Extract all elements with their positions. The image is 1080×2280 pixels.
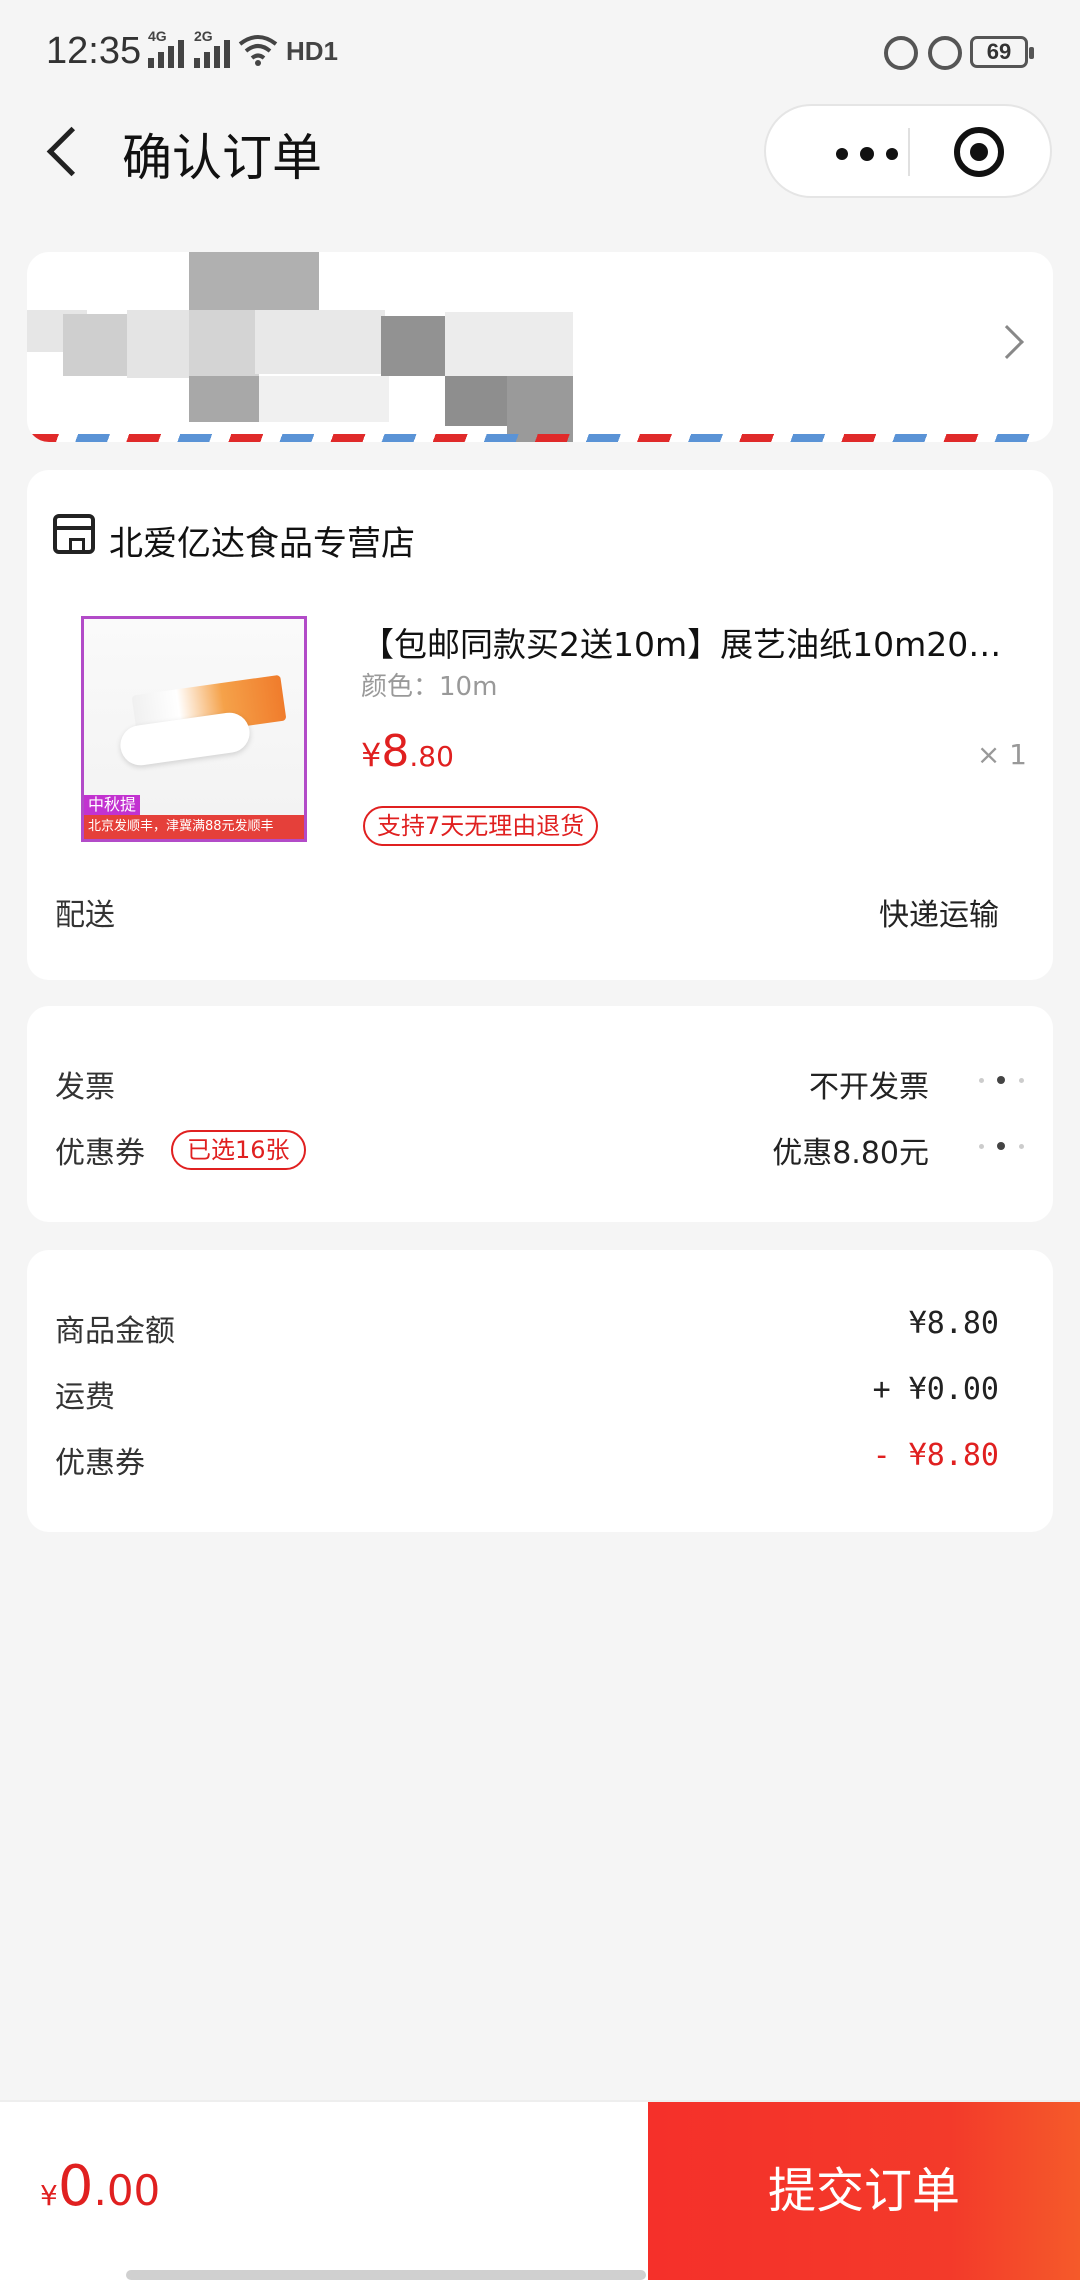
- coupon-value[interactable]: 优惠8.80元: [772, 1128, 929, 1172]
- status-bar: 12:35 4G 2G HD1 69: [0, 0, 1080, 100]
- signal-icon: 2G: [194, 28, 230, 68]
- address-blur: [255, 310, 385, 374]
- store-name[interactable]: 北爱亿达食品专营店: [109, 516, 415, 565]
- back-icon[interactable]: [44, 122, 88, 182]
- address-blur: [445, 312, 573, 376]
- hd-icon: HD1: [286, 36, 339, 66]
- address-blur: [189, 310, 259, 376]
- product-price: ¥8.80: [361, 726, 454, 777]
- product-image-strip: 北京发顺丰，津冀满88元发顺丰: [84, 815, 304, 839]
- more-dots-icon[interactable]: [979, 1076, 1025, 1086]
- screen: 12:35 4G 2G HD1 69 确认订单 北爱亿达食品专营店 中秋提 北京…: [0, 0, 1080, 2280]
- page-title: 确认订单: [122, 129, 322, 187]
- signal-icon: 4G: [148, 28, 184, 68]
- address-blur: [259, 376, 389, 422]
- shipping-value: + ¥0.00: [872, 1372, 999, 1407]
- product-spec: 颜色：10m: [361, 672, 498, 702]
- chevron-right-icon: [990, 325, 1024, 359]
- capsule-divider: [908, 128, 910, 176]
- product-image[interactable]: 中秋提前购 北京发顺丰，津冀满88元发顺丰: [81, 616, 307, 842]
- product-quantity: × 1: [976, 738, 1027, 771]
- sim2-label: 2G: [194, 28, 213, 44]
- store-card: 北爱亿达食品专营店 中秋提前购 北京发顺丰，津冀满88元发顺丰 【包邮同款买2送…: [27, 470, 1053, 980]
- address-card[interactable]: [27, 252, 1053, 442]
- coupon-label: 优惠券: [55, 1136, 145, 1171]
- airmail-border: [27, 434, 1053, 442]
- invoice-label: 发票: [55, 1070, 115, 1105]
- sim1-label: 4G: [148, 28, 167, 44]
- shipping-label: 运费: [55, 1380, 115, 1415]
- summary-card: 商品金额 ¥8.80 运费 + ¥0.00 优惠券 - ¥8.80: [27, 1250, 1053, 1532]
- checkout-bar: ¥0.00 提交订单: [0, 2100, 1080, 2280]
- invoice-card: 发票 不开发票 优惠券 已选16张 优惠8.80元: [27, 1006, 1053, 1222]
- address-blur: [507, 376, 573, 442]
- return-policy-tag: 支持7天无理由退货: [363, 806, 599, 846]
- alarm-icon: [928, 36, 962, 70]
- mini-program-capsule: [764, 104, 1052, 198]
- wifi-icon: [238, 35, 278, 66]
- invoice-value[interactable]: 不开发票: [809, 1062, 929, 1106]
- delivery-value[interactable]: 快递运输: [879, 890, 999, 934]
- submit-order-button[interactable]: 提交订单: [648, 2102, 1080, 2280]
- status-time: 12:35: [46, 30, 142, 72]
- coupon-discount-value: - ¥8.80: [872, 1438, 999, 1473]
- address-blur: [189, 376, 259, 422]
- store-icon: [53, 514, 95, 554]
- product-title[interactable]: 【包邮同款买2送10m】展艺油纸10m20…: [361, 618, 1041, 666]
- home-indicator[interactable]: [126, 2270, 646, 2280]
- coupon-selected-badge: 已选16张: [171, 1130, 306, 1170]
- more-dots-icon[interactable]: [979, 1142, 1025, 1152]
- battery-icon: 69: [970, 36, 1034, 68]
- goods-amount-label: 商品金额: [55, 1314, 175, 1349]
- target-icon[interactable]: [954, 127, 1004, 177]
- lock-rotation-icon: [884, 36, 918, 70]
- coupon-discount-label: 优惠券: [55, 1446, 145, 1481]
- goods-amount-value: ¥8.80: [908, 1306, 999, 1341]
- address-blur: [381, 316, 445, 376]
- delivery-label: 配送: [55, 898, 115, 933]
- address-blur: [189, 252, 319, 318]
- total-price: ¥0.00: [40, 2154, 161, 2219]
- product-image-badge: 中秋提前购: [84, 795, 140, 834]
